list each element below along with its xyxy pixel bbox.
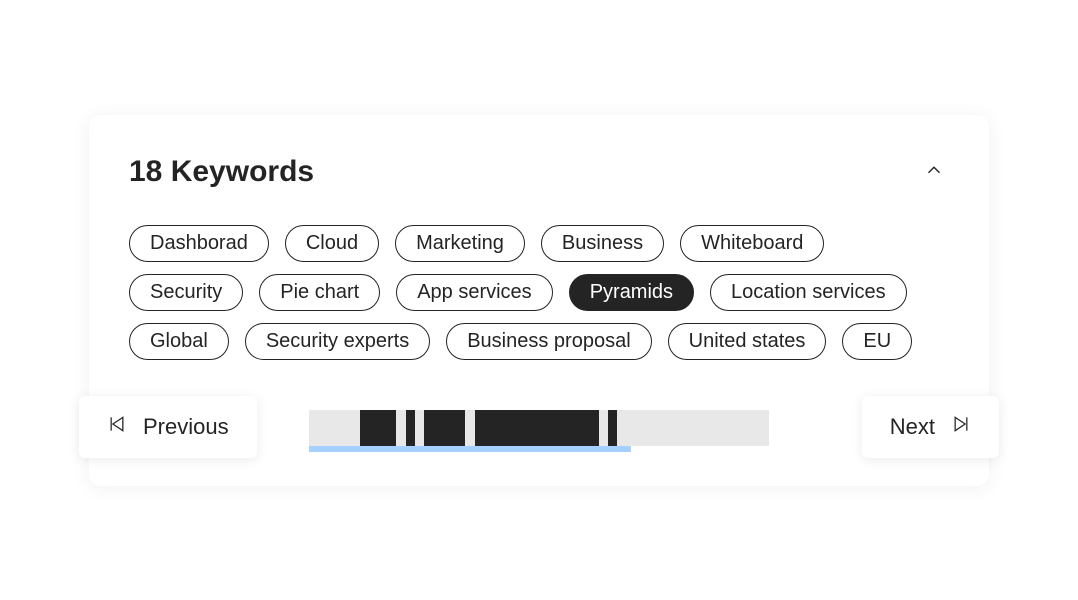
- keyword-pill[interactable]: Security: [129, 274, 243, 311]
- keyword-pill[interactable]: App services: [396, 274, 553, 311]
- timeline-track: [309, 410, 769, 446]
- keyword-pill[interactable]: Dashborad: [129, 225, 269, 262]
- timeline-segment: [608, 410, 617, 446]
- skip-back-icon: [107, 414, 127, 440]
- keyword-pill[interactable]: Security experts: [245, 323, 430, 360]
- timeline[interactable]: [309, 410, 769, 446]
- next-label: Next: [890, 414, 935, 440]
- skip-forward-icon: [951, 414, 971, 440]
- keyword-pill[interactable]: Global: [129, 323, 229, 360]
- chevron-up-icon: [923, 159, 945, 184]
- card-title: 18 Keywords: [129, 155, 314, 189]
- timeline-highlight: [309, 446, 631, 452]
- next-button[interactable]: Next: [862, 396, 999, 458]
- keywords-container: Dashborad Cloud Marketing Business Whiteboar…: [129, 225, 949, 360]
- keyword-pill[interactable]: Marketing: [395, 225, 525, 262]
- timeline-segment: [360, 410, 397, 446]
- timeline-segment: [475, 410, 599, 446]
- previous-button[interactable]: Previous: [79, 396, 257, 458]
- card-header: 18 Keywords: [129, 155, 949, 189]
- timeline-segment: [406, 410, 415, 446]
- keyword-pill[interactable]: Location services: [710, 274, 907, 311]
- keyword-pill[interactable]: Business proposal: [446, 323, 651, 360]
- collapse-button[interactable]: [919, 155, 949, 188]
- previous-label: Previous: [143, 414, 229, 440]
- keyword-pill[interactable]: Pyramids: [569, 274, 694, 311]
- timeline-segment: [424, 410, 465, 446]
- keyword-pill[interactable]: Cloud: [285, 225, 379, 262]
- keyword-pill[interactable]: Pie chart: [259, 274, 380, 311]
- keyword-pill[interactable]: EU: [842, 323, 912, 360]
- keyword-pill[interactable]: Whiteboard: [680, 225, 824, 262]
- bottom-row: Previous Next: [129, 410, 949, 446]
- keyword-pill[interactable]: United states: [668, 323, 827, 360]
- keyword-pill[interactable]: Business: [541, 225, 664, 262]
- keywords-card: 18 Keywords Dashborad Cloud Marketing Busin…: [89, 115, 989, 486]
